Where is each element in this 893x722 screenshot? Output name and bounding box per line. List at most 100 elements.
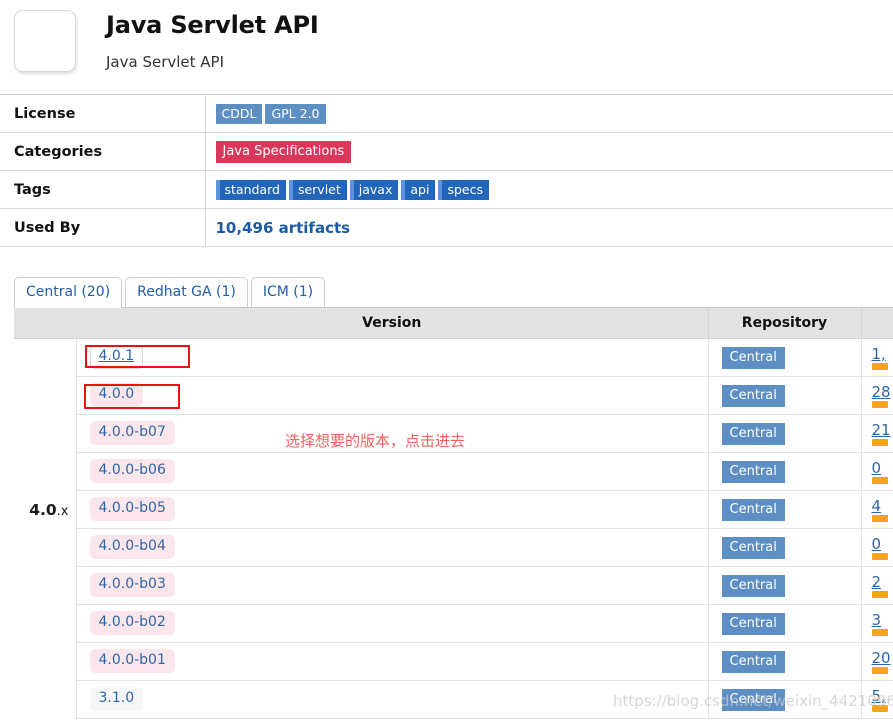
repository-cell: Central (708, 414, 862, 453)
usage-bar (871, 515, 888, 522)
table-row: 4.0.0 Central 28 (14, 376, 893, 415)
repository-tab[interactable]: Redhat GA (1) (125, 277, 248, 307)
table-row: 4.0.1 Central 1, (14, 338, 893, 377)
version-link[interactable]: 4.0.0-b04 (89, 535, 175, 559)
repository-cell: Central (708, 528, 862, 567)
license-badge[interactable]: CDDL (215, 103, 263, 124)
table-row: 4.0.0-b01 Central 20 (14, 642, 893, 681)
used-by-link[interactable]: 10,496 artifacts (216, 219, 351, 237)
tag-badge[interactable]: specs (438, 179, 489, 200)
repository-cell: Central (708, 376, 862, 415)
version-link[interactable]: 3.1.0 (89, 687, 144, 711)
version-link[interactable]: 4.0.0-b03 (89, 573, 175, 597)
repository-badge[interactable]: Central (721, 612, 785, 635)
usages-cell: 0 (861, 528, 893, 567)
version-cell: 3.1.0 (76, 680, 709, 719)
repository-badge[interactable]: Central (721, 384, 785, 407)
usages-cell: 21 (861, 414, 893, 453)
tag-badge[interactable]: api (401, 179, 436, 200)
repository-cell: Central (708, 566, 862, 605)
version-group-cell: 4.0.x (14, 490, 77, 528)
artifact-info-table: License CDDL GPL 2.0 Categories Java Specifi… (0, 94, 893, 247)
version-group-cell (14, 680, 77, 718)
info-value: Java Specifications (205, 132, 893, 171)
repository-badge[interactable]: Central (721, 574, 785, 597)
usage-bar (871, 629, 888, 636)
version-link[interactable]: 4.0.0 (89, 383, 144, 407)
repository-cell: Central (708, 338, 862, 377)
usage-count-link[interactable]: 1, (872, 346, 893, 362)
license-badge[interactable]: GPL 2.0 (265, 103, 326, 124)
category-badge[interactable]: Java Specifications (215, 140, 352, 163)
tag-badge[interactable]: javax (349, 179, 399, 200)
usages-cell: 28 (861, 376, 893, 415)
usage-bar (871, 667, 888, 674)
usage-count-link[interactable]: 28 (872, 384, 893, 400)
version-cell: 4.0.0-b03 (76, 566, 709, 605)
version-link[interactable]: 4.0.0-b07 (89, 421, 175, 445)
table-row: 4.0.0-b02 Central 3 (14, 604, 893, 643)
version-group-major: 4.0 (29, 500, 57, 519)
repository-tabs: Central (20) Redhat GA (1) ICM (1) (14, 277, 893, 308)
info-value: standard servlet javax api specs (205, 170, 893, 209)
repository-cell: Central (708, 490, 862, 529)
table-row: 4.0.0-b06 Central 0 (14, 452, 893, 491)
version-link[interactable]: 4.0.0-b01 (89, 649, 175, 673)
repository-badge[interactable]: Central (721, 688, 785, 711)
versions-table-container: Version Repository 4.0.1 Central 1, 4.0.0 Ce… (14, 307, 893, 719)
usage-count-link[interactable]: 0 (872, 460, 893, 476)
usage-indicator: 0 (871, 458, 893, 484)
version-group-minor: .x (56, 503, 69, 519)
tag-badge[interactable]: standard (215, 179, 286, 200)
usage-indicator: 3 (871, 610, 893, 636)
version-cell: 4.0.0 (76, 376, 709, 415)
usage-bar (871, 363, 888, 370)
info-label: Categories (0, 132, 206, 171)
version-link[interactable]: 4.0.0-b02 (89, 611, 175, 635)
usage-count-link[interactable]: 2 (872, 574, 893, 590)
usage-indicator: 4 (871, 496, 893, 522)
repository-badge[interactable]: Central (721, 498, 785, 521)
repository-tab[interactable]: ICM (1) (250, 277, 326, 307)
maven-repository-page: Java Servlet API Java Servlet API Licens… (0, 0, 893, 722)
repository-badge[interactable]: Central (721, 460, 785, 483)
version-cell: 4.0.0-b05 (76, 490, 709, 529)
version-group-cell (14, 604, 77, 642)
version-link[interactable]: 4.0.0-b05 (89, 497, 175, 521)
usage-count-link[interactable]: 21 (872, 422, 893, 438)
repository-badge[interactable]: Central (721, 422, 785, 445)
table-row: 3.1.0 Central 5, (14, 680, 893, 719)
repository-badge[interactable]: Central (721, 346, 785, 369)
table-row: 4.0.0-b04 Central 0 (14, 528, 893, 567)
versions-table-header-row: Version Repository (14, 308, 893, 339)
tag-badge[interactable]: servlet (288, 179, 347, 200)
artifact-header: Java Servlet API Java Servlet API (0, 0, 893, 86)
info-value: CDDL GPL 2.0 (205, 94, 893, 133)
usage-indicator: 28 (871, 382, 893, 408)
repository-badge[interactable]: Central (721, 650, 785, 673)
usage-count-link[interactable]: 0 (872, 536, 893, 552)
usage-count-link[interactable]: 5, (872, 688, 893, 704)
usage-count-link[interactable]: 4 (872, 498, 893, 514)
version-link[interactable]: 4.0.1 (89, 345, 144, 369)
usage-count-link[interactable]: 20 (872, 650, 893, 666)
info-row: Categories Java Specifications (0, 132, 893, 171)
version-cell: 4.0.0-b04 (76, 528, 709, 567)
usage-count-link[interactable]: 3 (872, 612, 893, 628)
usages-cell: 3 (861, 604, 893, 643)
repository-cell: Central (708, 642, 862, 681)
artifact-icon-placeholder (14, 10, 76, 72)
version-cell: 4.0.0-b01 (76, 642, 709, 681)
usage-indicator: 21 (871, 420, 893, 446)
version-cell: 4.0.1 (76, 338, 709, 377)
version-link[interactable]: 4.0.0-b06 (89, 459, 175, 483)
info-label: Used By (0, 208, 206, 247)
usage-bar (871, 553, 888, 560)
info-row: License CDDL GPL 2.0 (0, 94, 893, 133)
usages-cell: 20 (861, 642, 893, 681)
repository-tab[interactable]: Central (20) (14, 277, 123, 308)
versions-table: Version Repository 4.0.1 Central 1, 4.0.0 Ce… (14, 308, 893, 719)
version-cell: 4.0.0-b06 (76, 452, 709, 491)
repository-badge[interactable]: Central (721, 536, 785, 559)
artifact-description: Java Servlet API (106, 53, 225, 71)
